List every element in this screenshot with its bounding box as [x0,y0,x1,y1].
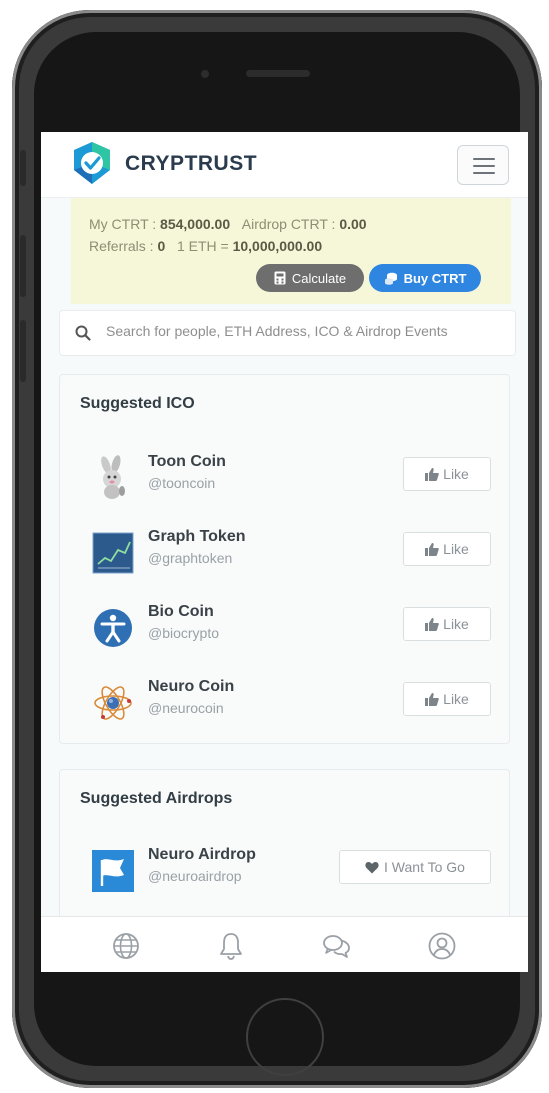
buy-ctrt-label: Buy CTRT [403,270,467,286]
suggested-ico-card: Suggested ICO Toon Coin @tooncoin Like G… [59,374,510,744]
bottom-nav [41,916,528,972]
referrals-label: Referrals : [89,238,158,254]
row-name: Bio Coin [148,603,214,620]
airdrop-ctrt-label: Airdrop CTRT : [241,216,340,232]
like-button[interactable]: Like [403,457,491,491]
search-icon [75,325,91,341]
mute-switch [20,150,26,186]
row-handle: @neurocoin [148,700,224,716]
row-name: Neuro Coin [148,678,235,695]
thumbs-up-icon [425,467,439,481]
thumbs-up-icon [425,542,439,556]
thumbs-up-icon [425,692,439,706]
top-bar: CRYPTRUST [41,132,528,198]
row-handle: @tooncoin [148,475,216,491]
cryptrust-logo-icon[interactable] [69,140,115,186]
graph-icon [92,532,134,574]
thumbs-up-icon [425,617,439,631]
bell-icon[interactable] [216,931,246,961]
brand-name: CRYPTRUST [125,152,258,175]
menu-bar [473,158,495,160]
calculate-label: Calculate [291,270,347,286]
airdrop-ctrt-value: 0.00 [339,216,367,232]
person-icon [94,609,132,647]
atom-icon [94,686,132,720]
volume-down-button [20,320,26,382]
menu-bar [473,165,495,167]
like-label: Like [443,616,469,632]
coins-icon [384,272,397,285]
balance-panel: My CTRT : 854,000.00 Airdrop CTRT : 0.00… [71,198,511,304]
i-want-to-go-label: I Want To Go [384,859,465,875]
my-ctrt-label: My CTRT : [89,216,161,232]
row-handle: @graphtoken [148,550,233,566]
row-name: Neuro Airdrop [148,846,256,863]
list-item[interactable]: Bio Coin @biocrypto Like [60,597,511,657]
globe-icon[interactable] [111,931,141,961]
like-label: Like [443,691,469,707]
earpiece-speaker [246,70,310,77]
user-icon[interactable] [427,931,457,961]
chat-icon[interactable] [321,931,351,961]
my-ctrt-value: 854,000.00 [160,216,231,232]
suggested-ico-title: Suggested ICO [80,395,195,412]
like-button[interactable]: Like [403,532,491,566]
flag-icon [92,850,134,892]
list-item[interactable]: Neuro Airdrop @neuroairdrop I Want To Go [60,840,511,900]
like-button[interactable]: Like [403,607,491,641]
bunny-icon [101,455,125,499]
suggested-airdrops-title: Suggested Airdrops [80,790,233,807]
calculate-button[interactable]: Calculate [256,264,364,292]
row-handle: @biocrypto [148,625,220,641]
eth-rate-label: 1 ETH = [176,238,233,254]
volume-up-button [20,235,26,297]
i-want-to-go-button[interactable]: I Want To Go [339,850,491,884]
buy-ctrt-button[interactable]: Buy CTRT [369,264,481,292]
list-item[interactable]: Graph Token @graphtoken Like [60,522,511,582]
eth-rate-value: 10,000,000.00 [232,238,323,254]
app-screen: CRYPTRUST My CTRT : 854,000.00 Airdrop C… [41,132,528,972]
like-button[interactable]: Like [403,682,491,716]
like-label: Like [443,466,469,482]
search-input[interactable] [106,323,506,339]
row-name: Toon Coin [148,453,226,470]
like-label: Like [443,541,469,557]
referrals-value: 0 [157,238,166,254]
heart-icon [365,861,379,873]
front-camera [201,70,209,78]
menu-bar [473,172,495,174]
row-name: Graph Token [148,528,246,545]
home-button[interactable] [246,998,324,1076]
hamburger-menu-button[interactable] [457,145,509,185]
search-bar[interactable] [59,310,516,356]
row-handle: @neuroairdrop [148,868,242,884]
list-item[interactable]: Toon Coin @tooncoin Like [60,447,511,507]
list-item[interactable]: Neuro Coin @neurocoin Like [60,672,511,732]
balance-line-1: My CTRT : 854,000.00 Airdrop CTRT : 0.00 [89,216,367,232]
balance-line-2: Referrals : 0 1 ETH = 10,000,000.00 [89,238,322,254]
calculator-icon [274,271,286,285]
